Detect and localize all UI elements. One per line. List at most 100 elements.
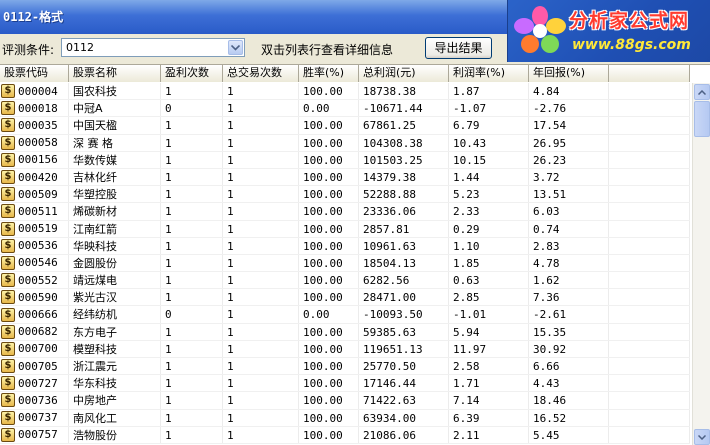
table-row[interactable]: $000727 华东科技 1 1 100.00 17146.44 1.71 4.43 [0, 375, 690, 393]
table-header: 股票代码 股票名称 盈利次数 总交易次数 胜率(%) 总利润(元) 利润率(%)… [0, 65, 690, 82]
stock-code-text: 000700 [18, 342, 58, 356]
total-profit-cell: 59385.63 [359, 323, 449, 340]
column-header[interactable]: 总利润(元) [359, 65, 449, 82]
stock-code-cell: $000682 [0, 323, 69, 340]
win-rate-cell: 100.00 [299, 392, 359, 409]
win-count-cell: 1 [161, 168, 223, 186]
scroll-down-icon[interactable] [694, 429, 710, 445]
export-button[interactable]: 导出结果 [425, 37, 492, 59]
column-header[interactable]: 胜率(%) [299, 65, 359, 82]
stock-code-text: 000156 [18, 153, 58, 167]
total-profit-cell: 10961.63 [359, 237, 449, 254]
dollar-coin-icon: $ [1, 393, 15, 408]
table-row[interactable]: $000590 紫光古汉 1 1 100.00 28471.00 2.85 7.36 [0, 289, 690, 307]
table-row[interactable]: $000536 华映科技 1 1 100.00 10961.63 1.10 2.83 [0, 237, 690, 255]
table-row[interactable]: $000705 浙江震元 1 1 100.00 25770.50 2.58 6.66 [0, 358, 690, 376]
column-header[interactable]: 股票代码 [0, 65, 69, 82]
win-rate-cell: 100.00 [299, 358, 359, 375]
win-rate-cell: 100.00 [299, 168, 359, 186]
annual-return-cell: 2.83 [529, 237, 609, 254]
stock-code-cell: $000552 [0, 272, 69, 289]
win-rate-cell: 0.00 [299, 306, 359, 323]
table-row[interactable]: $000682 东方电子 1 1 100.00 59385.63 5.94 15.35 [0, 323, 690, 341]
win-count-cell: 1 [161, 117, 223, 134]
stock-name-cell: 吉林化纤 [69, 168, 161, 186]
stock-code-cell: $000546 [0, 254, 69, 272]
annual-return-cell: 30.92 [529, 340, 609, 357]
column-header[interactable] [609, 65, 690, 82]
trade-count-cell: 1 [223, 426, 299, 443]
empty-cell [609, 203, 690, 220]
stock-name-cell: 经纬纺机 [69, 306, 161, 323]
table-row[interactable]: $000058 深 赛 格 1 1 100.00 104308.38 10.43 26.95 [0, 134, 690, 152]
table-row[interactable]: $000511 烯碳新材 1 1 100.00 23336.06 2.33 6.03 [0, 203, 690, 221]
win-rate-cell: 100.00 [299, 186, 359, 203]
condition-select[interactable]: 0112 [61, 38, 245, 57]
table-row[interactable]: $000757 浩物股份 1 1 100.00 21086.06 2.11 5.45 [0, 426, 690, 444]
table-row[interactable]: $000519 江南红箭 1 1 100.00 2857.81 0.29 0.74 [0, 220, 690, 238]
chevron-down-icon[interactable] [228, 40, 243, 55]
stock-code-text: 000705 [18, 359, 58, 373]
stock-code-text: 000682 [18, 325, 58, 339]
table-row[interactable]: $000737 南风化工 1 1 100.00 63934.00 6.39 16.52 [0, 409, 690, 427]
vertical-scrollbar[interactable] [692, 83, 710, 445]
stock-code-cell: $000519 [0, 220, 69, 237]
empty-cell [609, 117, 690, 134]
column-header[interactable]: 利润率(%) [449, 65, 529, 82]
win-rate-cell: 100.00 [299, 254, 359, 272]
stock-code-cell: $000666 [0, 306, 69, 323]
column-header[interactable]: 总交易次数 [223, 65, 299, 82]
profit-margin-cell: 5.94 [449, 323, 529, 340]
annual-return-cell: 4.78 [529, 254, 609, 272]
win-count-cell: 1 [161, 237, 223, 254]
stock-name-cell: 华东科技 [69, 375, 161, 392]
annual-return-cell: 26.23 [529, 151, 609, 168]
win-rate-cell: 100.00 [299, 375, 359, 392]
table-row[interactable]: $000018 中冠A 0 1 0.00 -10671.44 -1.07 -2.76 [0, 100, 690, 118]
stock-code-text: 000509 [18, 187, 58, 201]
dollar-coin-icon: $ [1, 273, 15, 288]
profit-margin-cell: 7.14 [449, 392, 529, 409]
table-row[interactable]: $000736 中房地产 1 1 100.00 71422.63 7.14 18.46 [0, 392, 690, 410]
stock-code-text: 000511 [18, 204, 58, 218]
stock-code-text: 000552 [18, 273, 58, 287]
empty-cell [609, 306, 690, 323]
total-profit-cell: 63934.00 [359, 409, 449, 426]
empty-cell [609, 272, 690, 289]
table-row[interactable]: $000420 吉林化纤 1 1 100.00 14379.38 1.44 3.72 [0, 168, 690, 187]
scroll-up-icon[interactable] [694, 84, 710, 100]
table-row[interactable]: $000509 华塑控股 1 1 100.00 52288.88 5.23 13.51 [0, 186, 690, 204]
total-profit-cell: -10093.50 [359, 306, 449, 323]
table-row[interactable]: $000004 国农科技 1 1 100.00 18738.38 1.87 4.84 [0, 83, 690, 101]
column-header[interactable]: 股票名称 [69, 65, 161, 82]
column-header[interactable]: 盈利次数 [161, 65, 223, 82]
table-row[interactable]: $000546 金圆股份 1 1 100.00 18504.13 1.85 4.78 [0, 254, 690, 273]
table-row[interactable]: $000035 中国天楹 1 1 100.00 67861.25 6.79 17.54 [0, 117, 690, 135]
column-header[interactable]: 年回报(%) [529, 65, 609, 82]
win-count-cell: 1 [161, 289, 223, 306]
win-count-cell: 1 [161, 203, 223, 220]
stock-name-cell: 紫光古汉 [69, 289, 161, 306]
win-count-cell: 1 [161, 358, 223, 375]
table-row[interactable]: $000552 靖远煤电 1 1 100.00 6282.56 0.63 1.62 [0, 272, 690, 290]
results-table[interactable]: 股票代码 股票名称 盈利次数 总交易次数 胜率(%) 总利润(元) 利润率(%)… [0, 64, 710, 445]
stock-code-cell: $000590 [0, 289, 69, 306]
profit-margin-cell: 1.87 [449, 83, 529, 100]
dollar-coin-icon: $ [1, 152, 15, 167]
empty-cell [609, 426, 690, 443]
empty-cell [609, 392, 690, 409]
table-row[interactable]: $000156 华数传媒 1 1 100.00 101503.25 10.15 26.23 [0, 151, 690, 169]
trade-count-cell: 1 [223, 117, 299, 134]
stock-code-cell: $000156 [0, 151, 69, 168]
stock-code-cell: $000700 [0, 340, 69, 357]
trade-count-cell: 1 [223, 306, 299, 323]
logo-name: 分析家公式网 [569, 10, 690, 32]
profit-margin-cell: 10.43 [449, 134, 529, 151]
stock-name-cell: 深 赛 格 [69, 134, 161, 151]
annual-return-cell: 3.72 [529, 168, 609, 186]
stock-name-cell: 江南红箭 [69, 220, 161, 237]
trade-count-cell: 1 [223, 203, 299, 220]
table-row[interactable]: $000666 经纬纺机 0 1 0.00 -10093.50 -1.01 -2.61 [0, 306, 690, 324]
scroll-thumb[interactable] [694, 101, 710, 137]
table-row[interactable]: $000700 模塑科技 1 1 100.00 119651.13 11.97 30.92 [0, 340, 690, 358]
